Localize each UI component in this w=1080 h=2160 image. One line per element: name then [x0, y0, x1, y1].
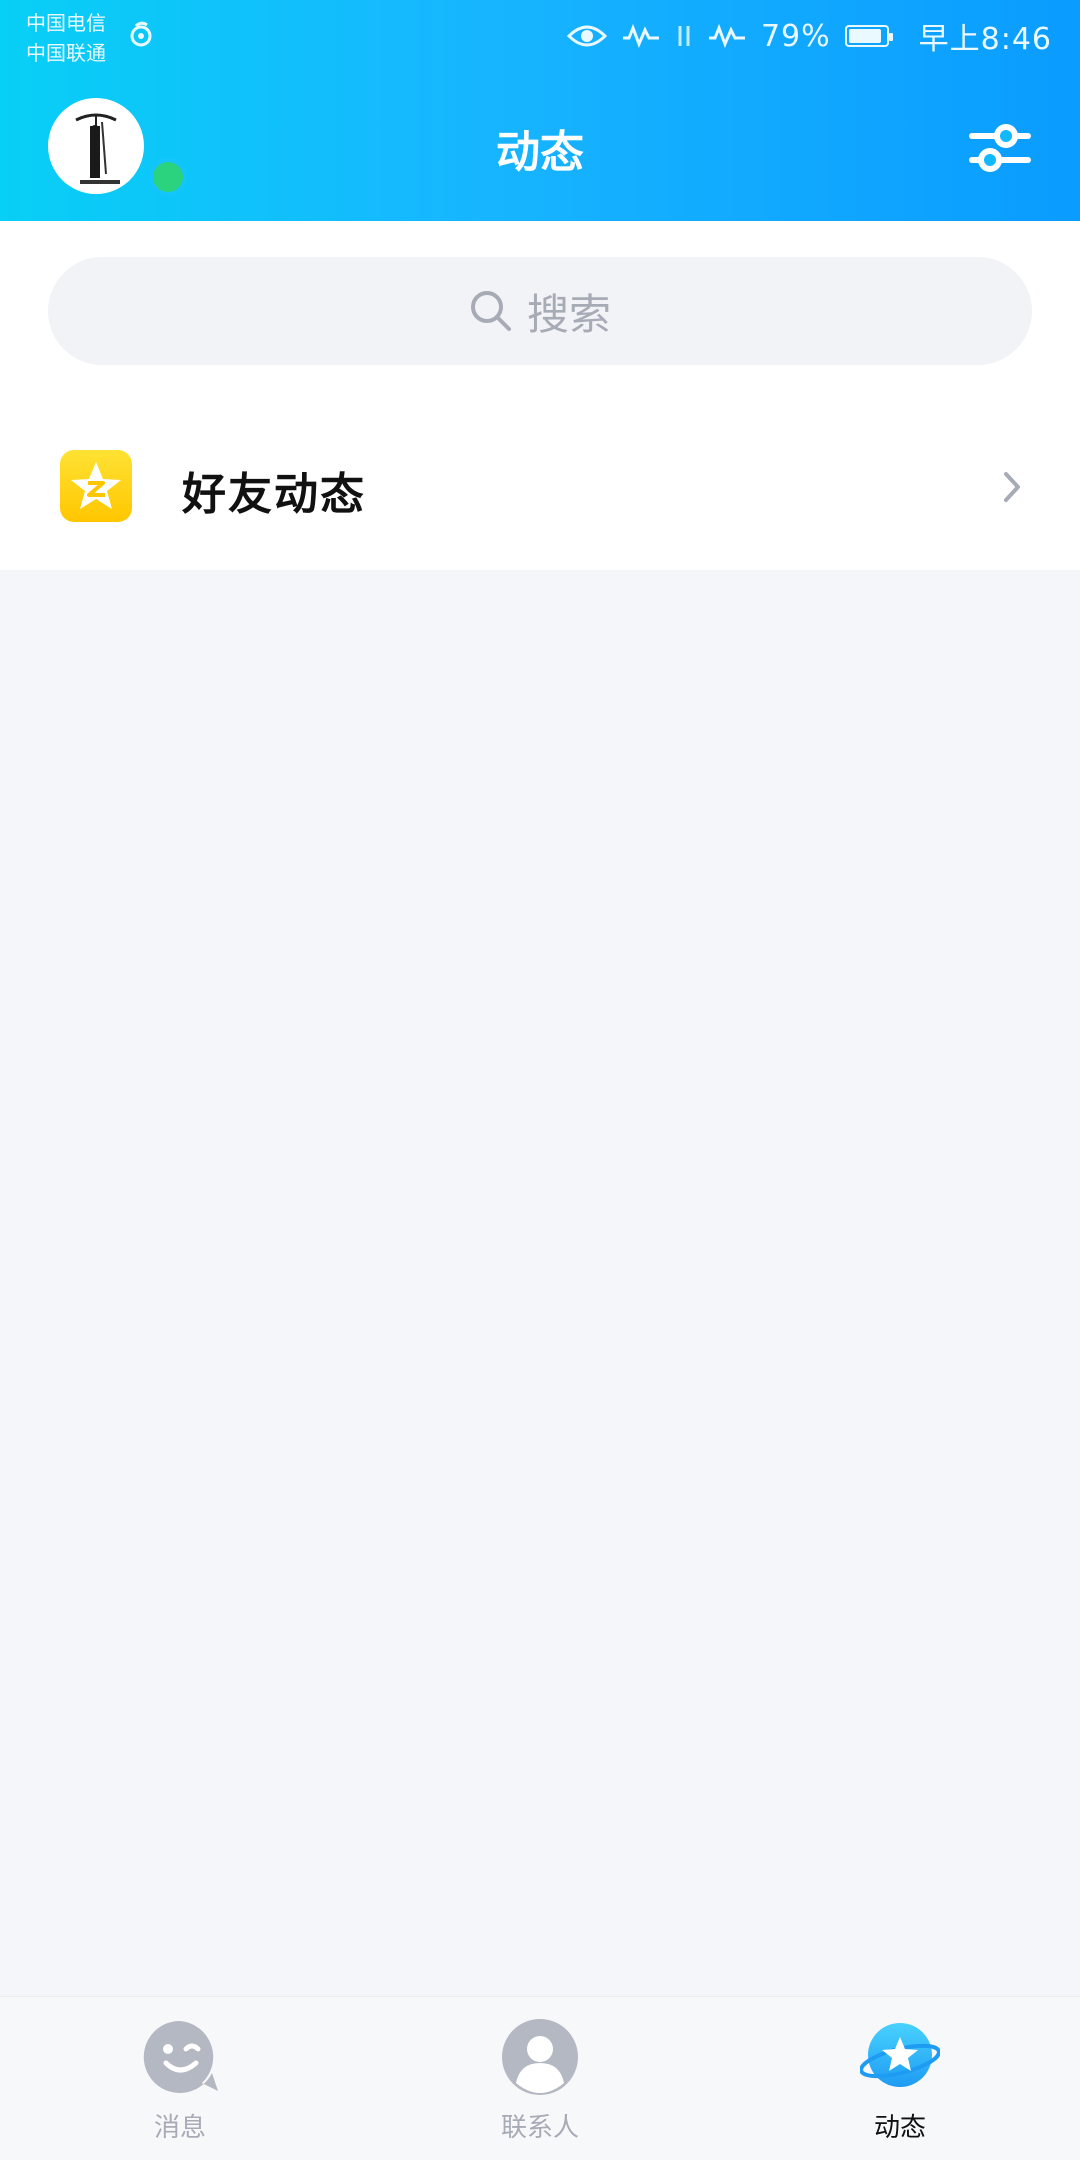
- list-item-label: 好友动态: [182, 469, 366, 520]
- hd-swirl-icon: [130, 21, 152, 47]
- tab-messages[interactable]: 消息: [80, 2017, 280, 2157]
- tab-messages-label: 消息: [153, 2113, 206, 2143]
- page-title: 动态: [496, 127, 584, 178]
- search-icon: [470, 291, 511, 331]
- carrier-2: 中国联通: [26, 41, 106, 65]
- battery-percent: 79%: [760, 18, 831, 54]
- chevron-right-icon: [1004, 472, 1020, 502]
- bottom-nav: 消息 联系人 动态: [0, 1996, 1080, 2160]
- search-label: 搜索: [526, 289, 611, 339]
- header: 中国电信 中国联通 79% 早上8:46 动态: [0, 0, 1080, 221]
- tab-contacts-label: 联系人: [500, 2113, 579, 2143]
- app-root: 中国电信 中国联通 79% 早上8:46 动态 搜索 好友动态 消息 联系人 动…: [0, 0, 1080, 2160]
- tab-contacts[interactable]: 联系人: [440, 2017, 640, 2157]
- carrier-1: 中国电信: [26, 11, 106, 35]
- battery-icon: [844, 25, 893, 47]
- carrier-labels: 中国电信 中国联通: [26, 8, 106, 68]
- clock: 早上8:46: [918, 22, 1052, 57]
- tab-moments-label: 动态: [873, 2113, 926, 2143]
- data-arrows-icon: [678, 26, 690, 46]
- search-input[interactable]: 搜索: [48, 257, 1032, 365]
- status-right: 79% 早上8:46: [566, 14, 1052, 58]
- person-icon: [502, 2019, 578, 2095]
- wink-face-icon: [143, 2020, 218, 2093]
- list-item-friend-moments[interactable]: 好友动态: [0, 376, 1080, 570]
- signal-wave-icon: [622, 24, 659, 48]
- status-bar: 中国电信 中国联通 79% 早上8:46: [0, 0, 1080, 72]
- planet-star-icon: [859, 2023, 941, 2087]
- tab-moments[interactable]: 动态: [800, 2017, 1000, 2157]
- search-area: 搜索: [0, 221, 1080, 376]
- title-bar: 动态: [0, 72, 1080, 221]
- eye-icon: [566, 25, 607, 47]
- qzone-star-icon: [60, 450, 132, 522]
- signal-wave-icon-2: [708, 24, 745, 48]
- filter-settings-icon[interactable]: [968, 116, 1032, 180]
